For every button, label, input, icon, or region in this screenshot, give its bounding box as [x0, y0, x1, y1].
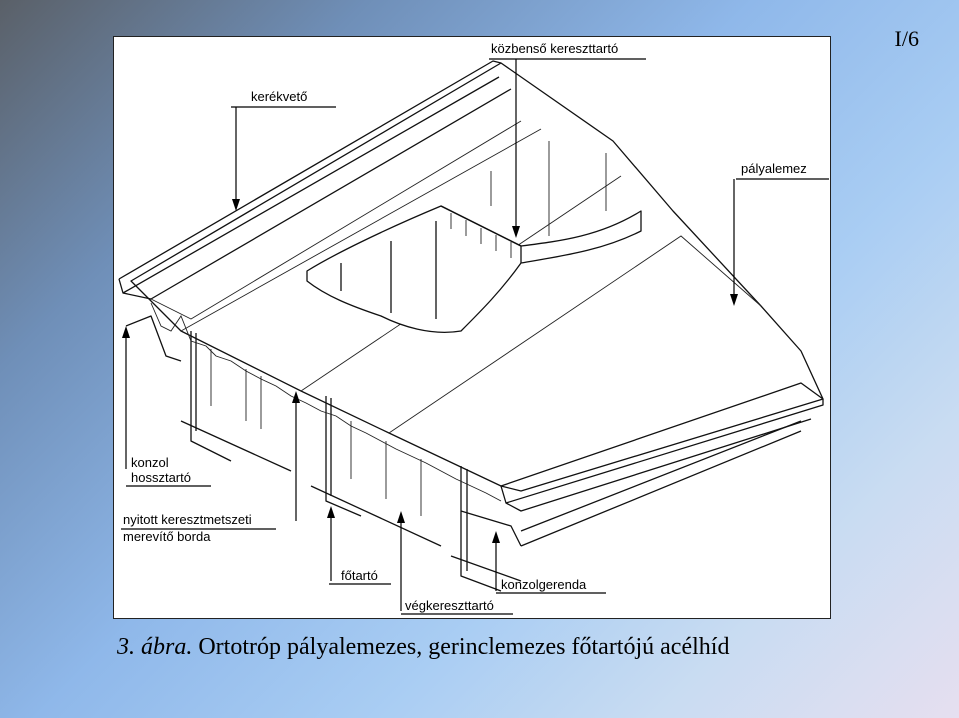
bridge-drawing: közbenső kereszttartó kerékvető pályalem… [118, 41, 829, 615]
label-intermediate-cross-girder: közbenső kereszttartó [491, 41, 618, 56]
label-wheel-guard: kerékvető [251, 89, 307, 104]
caption-text: Ortotróp pályalemezes, gerinclemezes főt… [198, 634, 730, 660]
caption-number: 3. ábra. [117, 634, 193, 660]
bridge-diagram-panel: közbenső kereszttartó kerékvető pályalem… [113, 36, 831, 619]
label-end-cross-girder: végkereszttartó [405, 598, 494, 613]
label-deck-plate: pályalemez [741, 161, 807, 176]
label-cantilever-beam: konzolgerenda [501, 577, 587, 592]
label-longitudinal: hossztartó [131, 470, 191, 485]
label-open-stiffener-line1: nyitott keresztmetszeti [123, 512, 252, 527]
page-number: I/6 [894, 26, 919, 51]
label-open-stiffener-line2: merevítő borda [123, 529, 211, 544]
label-cantilever: konzol [131, 455, 169, 470]
figure-caption: 3. ábra. Ortotróp pályalemezes, gerincle… [117, 634, 729, 661]
label-main-girder: főtartó [341, 568, 378, 583]
